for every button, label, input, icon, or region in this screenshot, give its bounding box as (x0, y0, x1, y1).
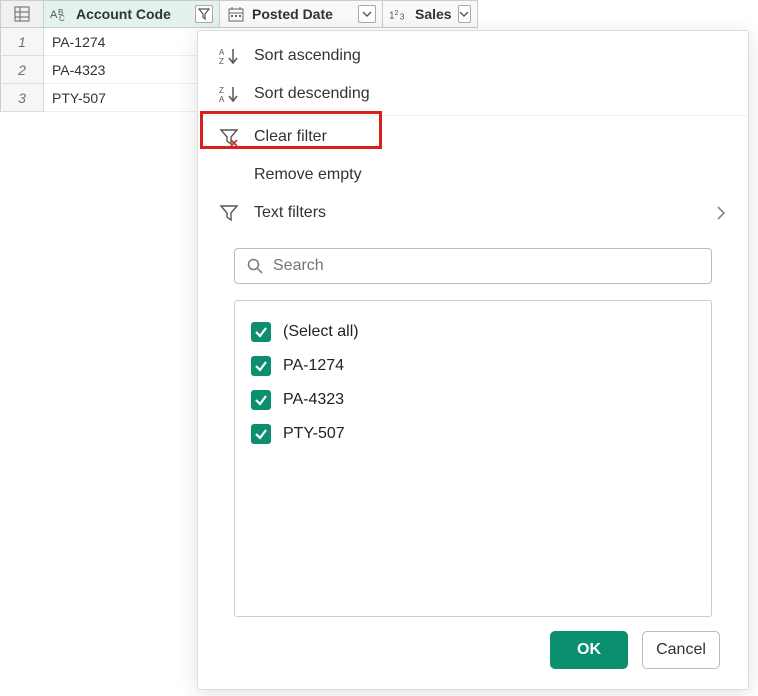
check-label: PA-1274 (283, 357, 344, 375)
funnel-icon (218, 204, 240, 222)
svg-text:Z: Z (219, 57, 224, 65)
column-header-account-code[interactable]: ABC Account Code (44, 0, 220, 28)
checkbox-checked-icon[interactable] (251, 424, 271, 444)
svg-text:2: 2 (394, 8, 398, 17)
column-header-posted-date[interactable]: Posted Date (220, 0, 383, 28)
chevron-down-icon (459, 11, 469, 17)
funnel-icon (198, 8, 210, 20)
clear-filter-icon (218, 128, 240, 146)
menu-text-filters[interactable]: Text filters (198, 194, 748, 232)
text-type-icon: ABC (50, 7, 70, 21)
button-label: Cancel (656, 641, 706, 659)
search-icon (247, 258, 263, 274)
select-all-rows-corner[interactable] (0, 0, 44, 28)
svg-text:A: A (219, 48, 225, 57)
number-type-icon: 123 (389, 7, 409, 21)
checkbox-checked-icon[interactable] (251, 322, 271, 342)
search-input[interactable] (273, 257, 699, 275)
row-number: 1 (0, 28, 44, 56)
column-filter-button-sales[interactable] (458, 5, 471, 23)
cancel-button[interactable]: Cancel (642, 631, 720, 669)
column-label: Sales (415, 6, 452, 22)
menu-label: Text filters (254, 204, 326, 222)
check-label: PTY-507 (283, 425, 345, 443)
cell-account: PA-1274 (44, 28, 220, 56)
column-label: Account Code (76, 6, 189, 22)
check-item[interactable]: PA-4323 (251, 383, 695, 417)
column-filter-button-posted[interactable] (358, 5, 376, 23)
checkbox-checked-icon[interactable] (251, 390, 271, 410)
menu-label: Clear filter (254, 128, 327, 146)
sort-ascending-icon: AZ (218, 47, 240, 65)
column-label: Posted Date (252, 6, 352, 22)
check-item[interactable]: PTY-507 (251, 417, 695, 451)
chevron-down-icon (362, 11, 372, 17)
svg-text:A: A (50, 9, 58, 21)
cell-account: PTY-507 (44, 84, 220, 112)
chevron-right-icon (716, 205, 726, 221)
header-row: ABC Account Code Posted Date 123 Sales (0, 0, 758, 28)
svg-text:C: C (59, 14, 65, 21)
check-label: (Select all) (283, 323, 359, 341)
button-label: OK (577, 641, 601, 659)
panel-footer: OK Cancel (198, 617, 748, 683)
menu-sort-descending[interactable]: ZA Sort descending (198, 75, 748, 113)
check-select-all[interactable]: (Select all) (251, 315, 695, 349)
row-number: 2 (0, 56, 44, 84)
filter-values-list[interactable]: (Select all) PA-1274 PA-4323 PTY-507 (234, 300, 712, 617)
menu-clear-filter[interactable]: Clear filter (198, 118, 748, 156)
search-box[interactable] (234, 248, 712, 284)
sort-descending-icon: ZA (218, 85, 240, 103)
cell-account: PA-4323 (44, 56, 220, 84)
menu-remove-empty[interactable]: Remove empty (198, 156, 748, 194)
menu-label: Remove empty (254, 166, 362, 184)
column-filter-button-account[interactable] (195, 5, 213, 23)
checkbox-checked-icon[interactable] (251, 356, 271, 376)
search-container (198, 232, 748, 294)
menu-label: Sort ascending (254, 47, 361, 65)
column-filter-panel: AZ Sort ascending ZA Sort descending Cle… (197, 30, 749, 690)
table-icon (14, 6, 30, 22)
check-label: PA-4323 (283, 391, 344, 409)
ok-button[interactable]: OK (550, 631, 628, 669)
date-type-icon (226, 6, 246, 22)
check-item[interactable]: PA-1274 (251, 349, 695, 383)
menu-sort-ascending[interactable]: AZ Sort ascending (198, 37, 748, 75)
row-number: 3 (0, 84, 44, 112)
menu-label: Sort descending (254, 85, 370, 103)
menu-separator (198, 115, 748, 116)
svg-text:3: 3 (400, 12, 405, 21)
svg-text:A: A (219, 95, 225, 103)
svg-text:Z: Z (219, 86, 224, 95)
column-header-sales[interactable]: 123 Sales (383, 0, 478, 28)
